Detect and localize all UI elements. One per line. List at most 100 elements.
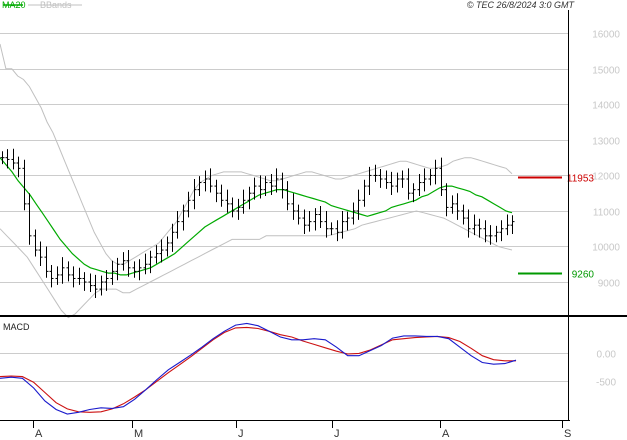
- price-bar: [154, 245, 159, 264]
- price-bar: [356, 189, 361, 220]
- macd-panel-title: MACD: [3, 322, 30, 332]
- price-bar: [241, 189, 246, 214]
- x-axis-labels: AMJJAS: [33, 420, 571, 440]
- price-tick-label: 16000: [592, 30, 620, 41]
- price-tick-label: 9000: [598, 279, 621, 290]
- price-bar: [49, 264, 54, 288]
- macd-line: [0, 322, 517, 415]
- price-bar: [345, 211, 350, 231]
- month-label: J: [238, 428, 244, 440]
- price-bar: [417, 174, 422, 197]
- price-bar: [505, 214, 510, 236]
- price-bar: [219, 184, 224, 207]
- macd-grid: [0, 353, 568, 382]
- price-bar: [307, 210, 312, 232]
- price-bar: [27, 193, 32, 245]
- price-bars: [0, 148, 515, 299]
- price-bar: [115, 257, 120, 281]
- price-bar: [439, 157, 444, 197]
- price-bar: [373, 164, 378, 182]
- price-tick-label: 13000: [592, 137, 620, 148]
- price-axis-labels: 9000 10000 11000 12000 13000 14000 15000 16000: [592, 30, 620, 290]
- price-bar: [384, 170, 389, 189]
- price-bar: [159, 239, 164, 263]
- price-tick-label: 11000: [593, 208, 621, 219]
- price-bar: [433, 159, 438, 185]
- price-bar: [461, 204, 466, 225]
- price-bar: [132, 261, 137, 278]
- price-bar: [60, 257, 65, 284]
- price-bar: [324, 210, 329, 238]
- resistance-level-label: 11953: [567, 174, 595, 185]
- price-bar: [225, 189, 230, 213]
- price-bar: [378, 169, 383, 188]
- price-bar: [296, 204, 301, 225]
- price-bar: [318, 205, 323, 229]
- price-bar: [455, 193, 460, 220]
- price-bar: [197, 176, 202, 197]
- bollinger-upper-line: [0, 43, 513, 265]
- price-bar: [351, 202, 356, 225]
- price-bar: [340, 210, 345, 239]
- price-bar: [494, 225, 499, 243]
- price-tick-label: 14000: [592, 101, 620, 112]
- price-bar: [400, 170, 405, 188]
- price-bar: [203, 170, 208, 192]
- month-label: S: [564, 428, 571, 440]
- price-tick-label: 12000: [592, 172, 620, 183]
- price-bar: [175, 210, 180, 239]
- month-label: J: [334, 428, 340, 440]
- price-bar: [335, 220, 340, 242]
- price-bar: [82, 272, 87, 291]
- price-panel: 900010000110001200013000140001500016000 …: [0, 30, 620, 319]
- price-levels: 11953 9260: [518, 174, 594, 281]
- price-bar: [247, 186, 252, 210]
- price-bar: [362, 179, 367, 207]
- macd-tick-label: 0.00: [597, 350, 617, 361]
- price-bar: [472, 214, 477, 236]
- price-bar: [499, 220, 504, 242]
- price-bar: [214, 179, 219, 203]
- price-bar: [22, 159, 27, 211]
- price-bar: [71, 266, 76, 288]
- ma-legend-text: MA20: [2, 0, 26, 10]
- bbands-legend-text: BBands: [40, 0, 72, 10]
- price-bar: [428, 169, 433, 186]
- price-bar: [510, 215, 515, 235]
- price-bar: [137, 259, 142, 281]
- macd-axis-labels: 0.00 -500: [596, 350, 616, 389]
- price-bar: [16, 156, 21, 178]
- support-level-label: 9260: [572, 270, 595, 281]
- stock-chart: MA20 BBands © TEC 26/8/2024 3:0 GMT 9000…: [0, 0, 627, 440]
- price-bar: [477, 218, 482, 238]
- price-tick-label: 15000: [592, 66, 620, 77]
- price-bar: [406, 168, 411, 200]
- price-bar: [11, 148, 16, 170]
- price-bar: [302, 209, 307, 235]
- bollinger-lower-line: [0, 210, 513, 319]
- price-bar: [230, 197, 235, 218]
- price-bar: [411, 183, 416, 203]
- price-bar: [285, 181, 290, 211]
- copyright-text: © TEC 26/8/2024 3:0 GMT: [467, 0, 576, 10]
- price-bar: [181, 204, 186, 231]
- price-bar: [143, 253, 148, 275]
- macd-tick-label: -500: [596, 378, 616, 389]
- month-label: A: [35, 428, 43, 440]
- price-bar: [422, 168, 427, 192]
- price-bar: [44, 246, 49, 278]
- price-tick-label: 10000: [592, 243, 620, 254]
- price-grid: [0, 33, 568, 283]
- price-bar: [66, 261, 71, 282]
- macd-signal-line: [0, 326, 516, 413]
- price-bar: [121, 252, 126, 271]
- price-bar: [280, 172, 285, 199]
- macd-panel: MACD 0.00 -500: [0, 322, 616, 415]
- price-bar: [148, 250, 153, 274]
- price-bar: [99, 275, 104, 296]
- price-bar: [208, 168, 213, 193]
- price-bar: [33, 229, 38, 257]
- price-bar: [38, 241, 43, 267]
- price-bar: [291, 193, 296, 220]
- price-bar: [329, 222, 334, 236]
